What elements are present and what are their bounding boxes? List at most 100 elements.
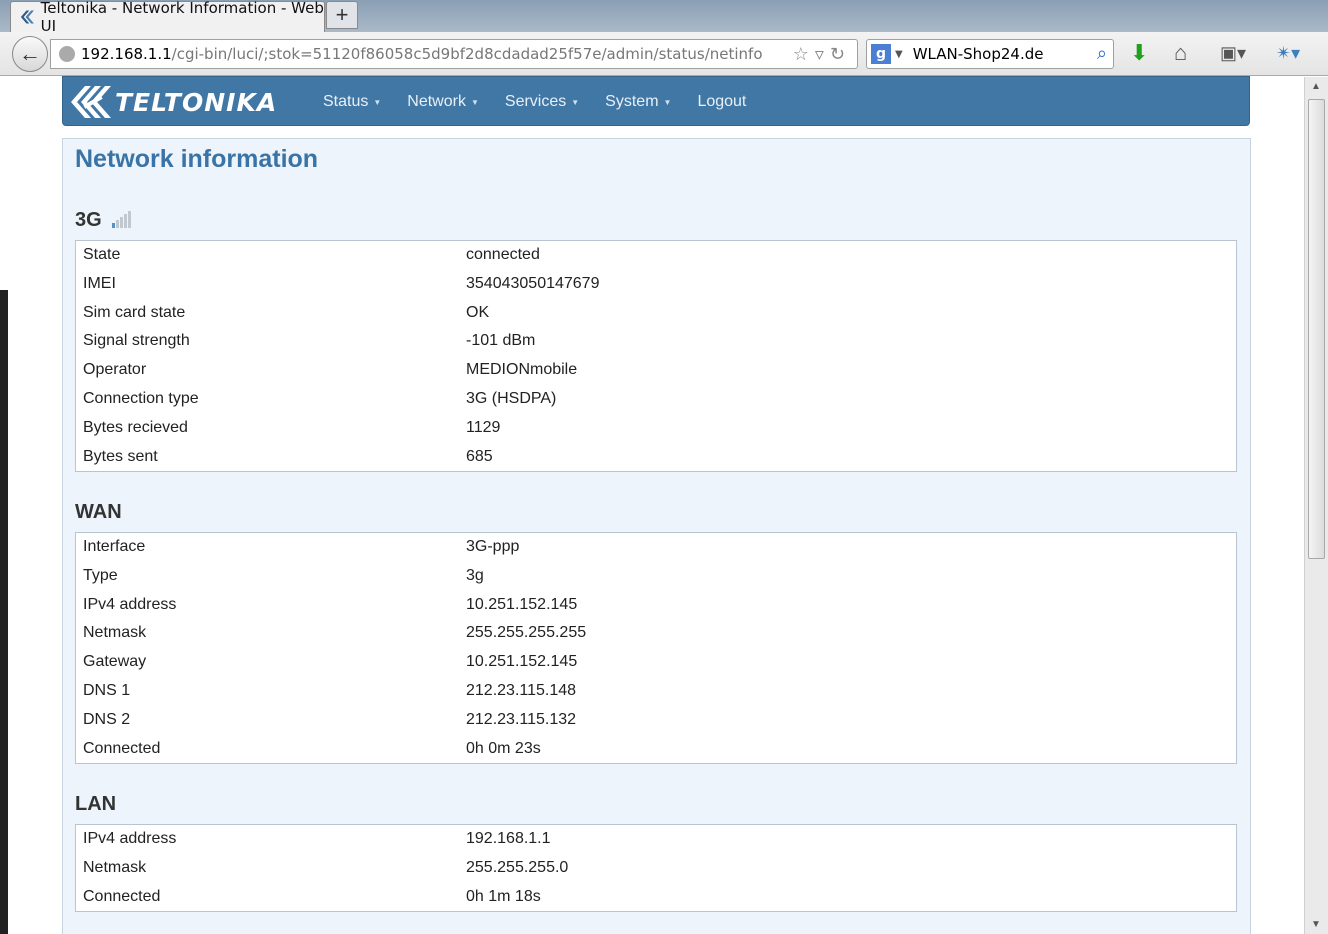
row-key: Connected <box>83 887 161 905</box>
chevron-down-icon: ▼ <box>373 97 382 107</box>
row-key: DNS 2 <box>83 710 131 728</box>
row-value: 0h 0m 23s <box>466 739 541 757</box>
table-row: Connection type 3G (HSDPA) <box>76 385 1236 414</box>
table-row: Netmask 255.255.255.255 <box>76 619 1236 648</box>
row-value: 3g <box>466 566 484 584</box>
section-3g-label: 3G <box>75 209 102 231</box>
row-value: 3G (HSDPA) <box>466 389 557 407</box>
table-row: Sim card state OK <box>76 299 1236 328</box>
row-value: 3G-ppp <box>466 538 520 555</box>
window-edge <box>0 290 8 934</box>
addon-icon[interactable]: ✴▾ <box>1276 43 1300 64</box>
table-row: IPv4 address 10.251.152.145 <box>76 591 1236 620</box>
menu-status[interactable]: Status ▼ <box>323 93 381 111</box>
row-key: DNS 1 <box>83 681 131 699</box>
home-icon[interactable]: ⌂ <box>1174 40 1187 66</box>
row-key: Operator <box>83 361 147 379</box>
search-bar[interactable]: g ▼ WLAN-Shop24.de ⌕ <box>866 39 1114 69</box>
menu-system[interactable]: System ▼ <box>605 93 671 111</box>
row-value: 10.251.152.145 <box>466 653 578 671</box>
reload-icon[interactable]: ↻ <box>830 44 851 65</box>
bookmarks-icon[interactable]: ▣▾ <box>1220 43 1246 64</box>
search-input[interactable]: WLAN-Shop24.de <box>913 45 1044 63</box>
browser-tab-strip: Teltonika - Network Information - Web UI… <box>0 0 1328 35</box>
chevron-down-icon: ▼ <box>663 97 672 107</box>
tab-title: Teltonika - Network Information - Web UI <box>40 0 324 35</box>
table-row: Bytes recieved 1129 <box>76 414 1236 443</box>
teltonika-logo[interactable]: TELTONIKA <box>69 83 277 121</box>
table-lan: IPv4 address 192.168.1.1 Netmask 255.255.2… <box>75 824 1237 913</box>
row-value: 255.255.255.0 <box>466 858 569 876</box>
menu-logout-label: Logout <box>697 93 747 110</box>
table-row: Bytes sent 685 <box>76 443 1236 472</box>
row-value: 255.255.255.255 <box>466 624 587 642</box>
row-key: Connected <box>83 739 161 757</box>
teltonika-logo-icon <box>71 86 111 118</box>
search-icon[interactable]: ⌕ <box>1097 43 1107 64</box>
menu-network[interactable]: Network ▼ <box>407 93 479 111</box>
url-path: /cgi-bin/luci/;stok=51120f86058c5d9bf2d8… <box>171 45 763 63</box>
table-row: Operator MEDIONmobile <box>76 356 1236 385</box>
scroll-up-icon[interactable]: ▲ <box>1311 81 1321 92</box>
table-3g: State connected IMEI 354043050147679 Sim c… <box>75 240 1237 473</box>
signal-strength-icon <box>111 211 131 228</box>
row-key: Bytes recieved <box>83 418 188 436</box>
bookmark-star-icon[interactable]: ☆ <box>793 44 815 65</box>
page-title: Network information <box>75 145 319 173</box>
row-value: connected <box>466 246 540 263</box>
table-row: DNS 2 212.23.115.132 <box>76 706 1236 735</box>
scroll-down-icon[interactable]: ▼ <box>1311 919 1321 930</box>
row-key: IPv4 address <box>83 830 177 847</box>
table-row: IPv4 address 192.168.1.1 <box>76 825 1236 854</box>
search-engine-icon[interactable]: g <box>871 44 891 64</box>
row-key: State <box>83 246 121 263</box>
table-wan: Interface 3G-ppp Type 3g IPv4 address 10.25… <box>75 532 1237 765</box>
section-title-lan: LAN <box>75 793 116 816</box>
chevron-down-icon: ▼ <box>571 97 580 107</box>
search-engine-dropdown-icon[interactable]: ▼ <box>895 49 903 60</box>
section-wan-label: WAN <box>75 501 122 523</box>
vertical-scrollbar[interactable]: ▲ ▼ <box>1304 77 1328 934</box>
row-value: 192.168.1.1 <box>466 830 551 847</box>
row-value: 354043050147679 <box>466 274 600 292</box>
browser-tab[interactable]: Teltonika - Network Information - Web UI <box>10 0 325 35</box>
row-value: -101 dBm <box>466 332 536 350</box>
row-key: Bytes sent <box>83 447 158 465</box>
table-row: IMEI 354043050147679 <box>76 270 1236 299</box>
table-row: Connected 0h 1m 18s <box>76 883 1236 912</box>
history-dropdown-icon[interactable]: ▿ <box>815 44 830 65</box>
row-value: 10.251.152.145 <box>466 595 578 613</box>
row-key: Connection type <box>83 389 199 407</box>
row-key: Signal strength <box>83 332 190 350</box>
table-row: Type 3g <box>76 562 1236 591</box>
download-icon[interactable]: ⬇ <box>1130 40 1148 66</box>
browser-navbar: ← 192.168.1.1/cgi-bin/luci/;stok=51120f8… <box>0 32 1328 76</box>
row-key: Gateway <box>83 653 147 671</box>
menu-services-label: Services <box>504 93 567 110</box>
section-title-3g: 3G <box>75 209 132 232</box>
scrollbar-thumb[interactable] <box>1308 99 1325 559</box>
section-title-wan: WAN <box>75 501 122 524</box>
table-row: Netmask 255.255.255.0 <box>76 854 1236 883</box>
section-lan-label: LAN <box>75 793 117 815</box>
back-arrow-icon: ← <box>19 41 41 66</box>
new-tab-button[interactable]: + <box>326 1 358 29</box>
row-value: 212.23.115.148 <box>466 681 577 699</box>
row-value: 0h 1m 18s <box>466 887 541 905</box>
chevron-down-icon: ▼ <box>470 97 479 107</box>
table-row: State connected <box>76 241 1236 270</box>
site-identity-icon[interactable] <box>59 46 75 62</box>
url-bar[interactable]: 192.168.1.1/cgi-bin/luci/;stok=51120f860… <box>50 39 858 69</box>
row-value: 212.23.115.132 <box>466 710 577 728</box>
row-key: IPv4 address <box>83 595 177 613</box>
url-host: 192.168.1.1 <box>81 45 172 63</box>
back-button[interactable]: ← <box>12 36 48 72</box>
main-menu: Status ▼ Network ▼ Services ▼ System ▼ Logou… <box>323 77 772 127</box>
row-value: MEDIONmobile <box>466 361 578 379</box>
row-key: Type <box>83 566 118 584</box>
table-row: Gateway 10.251.152.145 <box>76 648 1236 677</box>
menu-services[interactable]: Services ▼ <box>505 93 579 111</box>
row-key: Netmask <box>83 858 147 876</box>
menu-logout[interactable]: Logout <box>697 93 746 111</box>
table-row: DNS 1 212.23.115.148 <box>76 677 1236 706</box>
